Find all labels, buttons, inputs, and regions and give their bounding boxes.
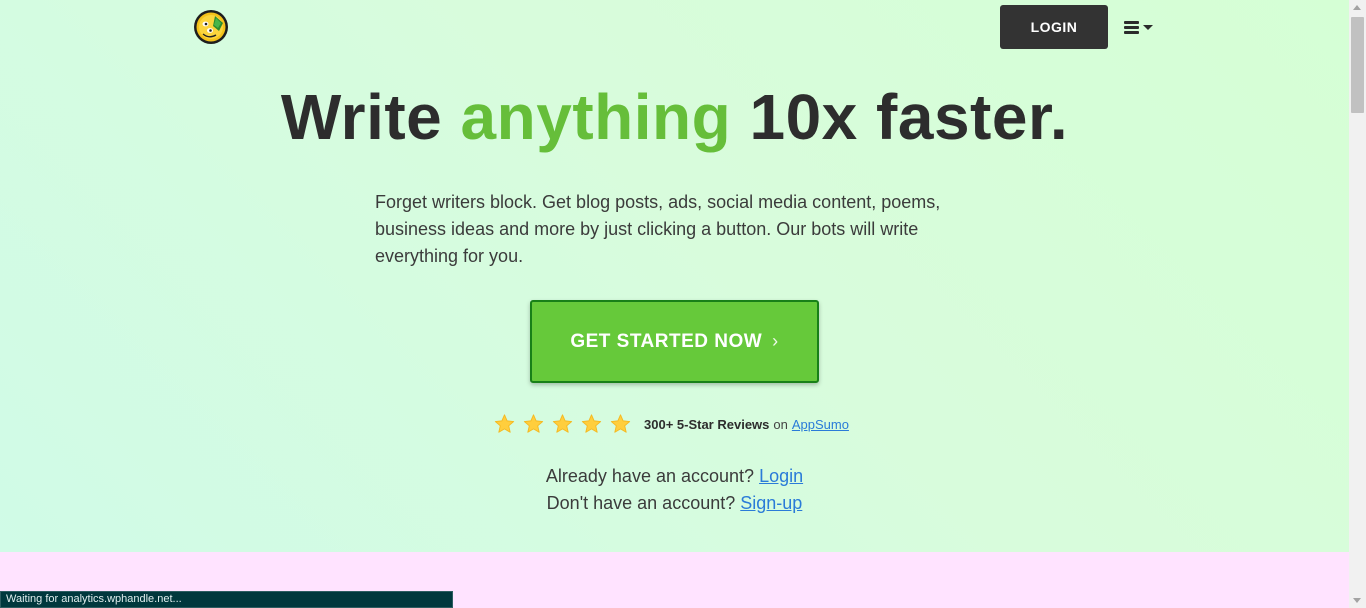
site-logo[interactable] [193,9,229,45]
login-prompt-text: Already have an account? [545,466,755,486]
signup-prompt-text: Don't have an account? [546,493,736,513]
headline-accent: anything [460,81,732,153]
star-icon [523,414,544,433]
reviews-row: 300+ 5-Star Reviews on AppSumo [493,412,849,436]
login-link[interactable]: Login [759,466,803,486]
hero-headline: Write anything 10x faster. [0,80,1349,154]
scroll-down-arrow-icon[interactable] [1353,598,1361,603]
get-started-button[interactable]: GET STARTED NOW › [530,300,819,383]
caret-down-icon [1143,24,1153,30]
star-rating [493,413,632,435]
browser-status-bar: Waiting for analytics.wphandle.net... [0,591,453,608]
star-icon [494,414,515,433]
vertical-scrollbar[interactable] [1349,0,1366,608]
hero-subtext: Forget writers block. Get blog posts, ad… [375,192,941,266]
login-prompt: Already have an account? Login [0,466,1349,487]
signup-prompt: Don't have an account? Sign-up [0,493,1349,514]
star-icon [610,414,631,433]
headline-part-1: Write [280,81,461,153]
menu-dropdown-toggle[interactable] [1124,16,1160,38]
hamburger-menu-icon [1124,20,1139,34]
login-button[interactable]: LOGIN [1000,5,1108,49]
scroll-up-arrow-icon[interactable] [1353,5,1361,10]
reviews-count: 300+ 5-Star Reviews [644,416,770,432]
smiley-face-logo-icon [194,10,228,44]
reviews-on-text: on [773,416,788,432]
headline-part-2: 10x faster. [731,81,1069,153]
star-icon [581,414,602,433]
star-icon [552,414,573,433]
appsumo-link[interactable]: AppSumo [792,417,849,432]
get-started-label: GET STARTED NOW [570,330,763,352]
signup-link[interactable]: Sign-up [740,493,802,513]
chevron-right-icon: › [772,331,779,351]
scrollbar-thumb[interactable] [1351,17,1364,113]
